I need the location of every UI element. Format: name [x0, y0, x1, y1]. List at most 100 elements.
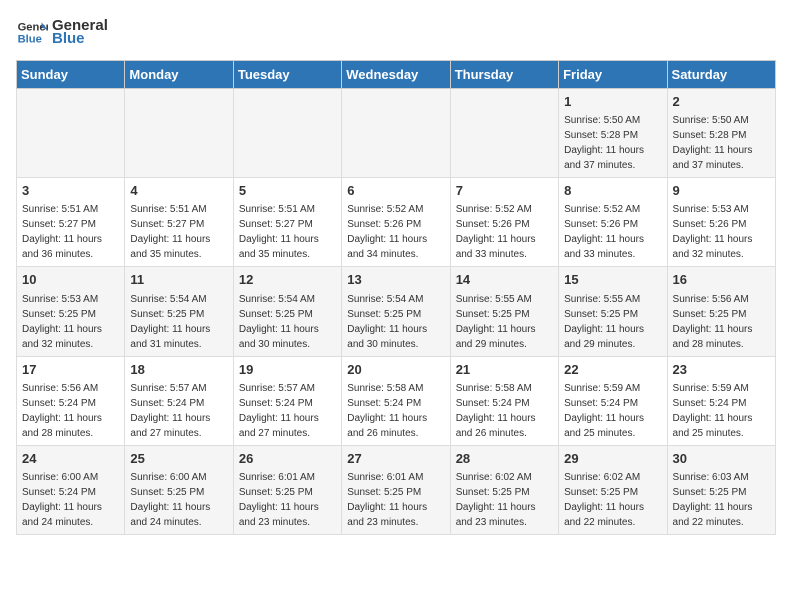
calendar-body: 1 Sunrise: 5:50 AM Sunset: 5:28 PM Daylig…: [17, 89, 776, 535]
calendar-cell: 21 Sunrise: 5:58 AM Sunset: 5:24 PM Dayli…: [450, 356, 558, 445]
day-number: 26: [239, 450, 336, 468]
calendar-cell: 1 Sunrise: 5:50 AM Sunset: 5:28 PM Daylig…: [559, 89, 667, 178]
logo-icon: General Blue: [16, 16, 48, 48]
day-number: 24: [22, 450, 119, 468]
day-number: 12: [239, 271, 336, 289]
calendar-cell: 2 Sunrise: 5:50 AM Sunset: 5:28 PM Daylig…: [667, 89, 775, 178]
calendar-cell: 8 Sunrise: 5:52 AM Sunset: 5:26 PM Daylig…: [559, 178, 667, 267]
day-info: Sunrise: 6:01 AM Sunset: 5:25 PM Dayligh…: [347, 472, 427, 528]
calendar-cell: 9 Sunrise: 5:53 AM Sunset: 5:26 PM Daylig…: [667, 178, 775, 267]
day-info: Sunrise: 5:57 AM Sunset: 5:24 PM Dayligh…: [130, 383, 210, 439]
day-info: Sunrise: 5:59 AM Sunset: 5:24 PM Dayligh…: [673, 383, 753, 439]
weekday-header-wednesday: Wednesday: [342, 61, 450, 89]
calendar-cell: 26 Sunrise: 6:01 AM Sunset: 5:25 PM Dayli…: [233, 445, 341, 534]
day-number: 30: [673, 450, 770, 468]
day-info: Sunrise: 5:50 AM Sunset: 5:28 PM Dayligh…: [673, 115, 753, 171]
calendar-week-row: 17 Sunrise: 5:56 AM Sunset: 5:24 PM Dayli…: [17, 356, 776, 445]
day-number: 21: [456, 361, 553, 379]
day-info: Sunrise: 6:01 AM Sunset: 5:25 PM Dayligh…: [239, 472, 319, 528]
day-number: 22: [564, 361, 661, 379]
day-info: Sunrise: 6:00 AM Sunset: 5:24 PM Dayligh…: [22, 472, 102, 528]
logo: General Blue General Blue: [16, 16, 108, 48]
calendar-cell: 23 Sunrise: 5:59 AM Sunset: 5:24 PM Dayli…: [667, 356, 775, 445]
weekday-header-saturday: Saturday: [667, 61, 775, 89]
calendar-cell: 17 Sunrise: 5:56 AM Sunset: 5:24 PM Dayli…: [17, 356, 125, 445]
calendar-week-row: 3Sunrise: 5:51 AM Sunset: 5:27 PM Daylig…: [17, 178, 776, 267]
weekday-header-monday: Monday: [125, 61, 233, 89]
day-number: 28: [456, 450, 553, 468]
calendar-week-row: 10Sunrise: 5:53 AM Sunset: 5:25 PM Dayli…: [17, 267, 776, 356]
day-info: Sunrise: 5:56 AM Sunset: 5:24 PM Dayligh…: [22, 383, 102, 439]
day-number: 14: [456, 271, 553, 289]
day-info: Sunrise: 6:02 AM Sunset: 5:25 PM Dayligh…: [456, 472, 536, 528]
day-number: 19: [239, 361, 336, 379]
day-info: Sunrise: 5:52 AM Sunset: 5:26 PM Dayligh…: [456, 204, 536, 260]
day-info: Sunrise: 5:54 AM Sunset: 5:25 PM Dayligh…: [239, 294, 319, 350]
calendar-cell: 25Sunrise: 6:00 AM Sunset: 5:25 PM Dayli…: [125, 445, 233, 534]
day-info: Sunrise: 5:57 AM Sunset: 5:24 PM Dayligh…: [239, 383, 319, 439]
day-number: 18: [130, 361, 227, 379]
svg-text:Blue: Blue: [18, 33, 42, 45]
calendar-cell: [342, 89, 450, 178]
calendar-cell: 22 Sunrise: 5:59 AM Sunset: 5:24 PM Dayli…: [559, 356, 667, 445]
day-info: Sunrise: 5:52 AM Sunset: 5:26 PM Dayligh…: [347, 204, 427, 260]
day-number: 17: [22, 361, 119, 379]
calendar-week-row: 24 Sunrise: 6:00 AM Sunset: 5:24 PM Dayli…: [17, 445, 776, 534]
day-number: 1: [564, 93, 661, 111]
calendar-cell: [450, 89, 558, 178]
day-number: 23: [673, 361, 770, 379]
calendar-cell: 4 Sunrise: 5:51 AM Sunset: 5:27 PM Daylig…: [125, 178, 233, 267]
day-info: Sunrise: 5:53 AM Sunset: 5:26 PM Dayligh…: [673, 204, 753, 260]
calendar-cell: 19 Sunrise: 5:57 AM Sunset: 5:24 PM Dayli…: [233, 356, 341, 445]
calendar-cell: 6 Sunrise: 5:52 AM Sunset: 5:26 PM Daylig…: [342, 178, 450, 267]
day-number: 8: [564, 182, 661, 200]
day-info: Sunrise: 5:54 AM Sunset: 5:25 PM Dayligh…: [130, 294, 210, 350]
day-info: Sunrise: 6:00 AM Sunset: 5:25 PM Dayligh…: [130, 472, 210, 528]
calendar-cell: 14Sunrise: 5:55 AM Sunset: 5:25 PM Dayli…: [450, 267, 558, 356]
calendar-cell: 7 Sunrise: 5:52 AM Sunset: 5:26 PM Daylig…: [450, 178, 558, 267]
day-info: Sunrise: 5:51 AM Sunset: 5:27 PM Dayligh…: [22, 204, 102, 260]
weekday-header-friday: Friday: [559, 61, 667, 89]
day-number: 16: [673, 271, 770, 289]
day-number: 10: [22, 271, 119, 289]
day-info: Sunrise: 5:58 AM Sunset: 5:24 PM Dayligh…: [456, 383, 536, 439]
day-info: Sunrise: 5:52 AM Sunset: 5:26 PM Dayligh…: [564, 204, 644, 260]
day-number: 2: [673, 93, 770, 111]
weekday-header-sunday: Sunday: [17, 61, 125, 89]
day-info: Sunrise: 5:58 AM Sunset: 5:24 PM Dayligh…: [347, 383, 427, 439]
calendar-cell: 10Sunrise: 5:53 AM Sunset: 5:25 PM Dayli…: [17, 267, 125, 356]
weekday-header-row: SundayMondayTuesdayWednesdayThursdayFrid…: [17, 61, 776, 89]
day-info: Sunrise: 6:03 AM Sunset: 5:25 PM Dayligh…: [673, 472, 753, 528]
day-number: 4: [130, 182, 227, 200]
calendar-cell: [233, 89, 341, 178]
calendar-cell: 28 Sunrise: 6:02 AM Sunset: 5:25 PM Dayli…: [450, 445, 558, 534]
calendar-cell: 11 Sunrise: 5:54 AM Sunset: 5:25 PM Dayli…: [125, 267, 233, 356]
page-header: General Blue General Blue: [16, 16, 776, 48]
day-info: Sunrise: 5:51 AM Sunset: 5:27 PM Dayligh…: [239, 204, 319, 260]
calendar-cell: 30 Sunrise: 6:03 AM Sunset: 5:25 PM Dayli…: [667, 445, 775, 534]
logo-blue: Blue: [52, 30, 108, 47]
day-number: 11: [130, 271, 227, 289]
calendar-week-row: 1 Sunrise: 5:50 AM Sunset: 5:28 PM Daylig…: [17, 89, 776, 178]
day-number: 29: [564, 450, 661, 468]
day-number: 27: [347, 450, 444, 468]
day-info: Sunrise: 5:51 AM Sunset: 5:27 PM Dayligh…: [130, 204, 210, 260]
weekday-header-thursday: Thursday: [450, 61, 558, 89]
day-number: 9: [673, 182, 770, 200]
calendar-cell: 13Sunrise: 5:54 AM Sunset: 5:25 PM Dayli…: [342, 267, 450, 356]
calendar-cell: 5 Sunrise: 5:51 AM Sunset: 5:27 PM Daylig…: [233, 178, 341, 267]
calendar-cell: 20 Sunrise: 5:58 AM Sunset: 5:24 PM Dayli…: [342, 356, 450, 445]
calendar-cell: 12 Sunrise: 5:54 AM Sunset: 5:25 PM Dayli…: [233, 267, 341, 356]
day-info: Sunrise: 5:50 AM Sunset: 5:28 PM Dayligh…: [564, 115, 644, 171]
calendar-table: SundayMondayTuesdayWednesdayThursdayFrid…: [16, 60, 776, 535]
day-number: 6: [347, 182, 444, 200]
calendar-cell: [17, 89, 125, 178]
day-number: 7: [456, 182, 553, 200]
calendar-cell: [125, 89, 233, 178]
calendar-cell: 16Sunrise: 5:56 AM Sunset: 5:25 PM Dayli…: [667, 267, 775, 356]
day-number: 5: [239, 182, 336, 200]
day-info: Sunrise: 5:59 AM Sunset: 5:24 PM Dayligh…: [564, 383, 644, 439]
day-number: 20: [347, 361, 444, 379]
calendar-cell: 3Sunrise: 5:51 AM Sunset: 5:27 PM Daylig…: [17, 178, 125, 267]
calendar-cell: 15Sunrise: 5:55 AM Sunset: 5:25 PM Dayli…: [559, 267, 667, 356]
